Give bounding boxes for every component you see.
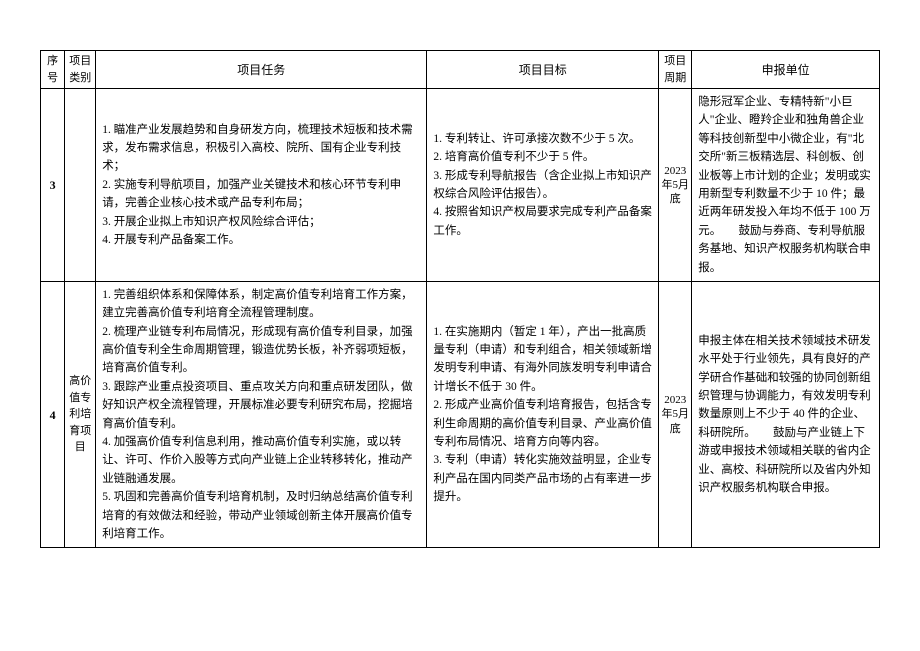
row-category xyxy=(65,89,96,282)
header-goal: 项目目标 xyxy=(427,51,659,89)
row-period: 2023年5月底 xyxy=(659,281,692,547)
row-seq: 3 xyxy=(41,89,65,282)
project-table: 序号 项目类别 项目任务 项目目标 项目周期 申报单位 3 1. 瞄准产业发展趋… xyxy=(40,50,880,548)
row-unit: 隐形冠军企业、专精特新"小巨人"企业、瞪羚企业和独角兽企业等科技创新型中小微企业… xyxy=(692,89,880,282)
header-unit: 申报单位 xyxy=(692,51,880,89)
header-task: 项目任务 xyxy=(96,51,427,89)
row-category: 高价值专利培育项目 xyxy=(65,281,96,547)
header-period: 项目周期 xyxy=(659,51,692,89)
row-task: 1. 完善组织体系和保障体系，制定高价值专利培育工作方案，建立完善高价值专利培育… xyxy=(96,281,427,547)
header-seq: 序号 xyxy=(41,51,65,89)
table-row: 4 高价值专利培育项目 1. 完善组织体系和保障体系，制定高价值专利培育工作方案… xyxy=(41,281,880,547)
row-goal: 1. 专利转让、许可承接次数不少于 5 次。2. 培育高价值专利不少于 5 件。… xyxy=(427,89,659,282)
header-category: 项目类别 xyxy=(65,51,96,89)
row-task: 1. 瞄准产业发展趋势和自身研发方向，梳理技术短板和技术需求，发布需求信息，积极… xyxy=(96,89,427,282)
table-row: 3 1. 瞄准产业发展趋势和自身研发方向，梳理技术短板和技术需求，发布需求信息，… xyxy=(41,89,880,282)
row-unit: 申报主体在相关技术领域技术研发水平处于行业领先，具有良好的产学研合作基础和较强的… xyxy=(692,281,880,547)
row-seq: 4 xyxy=(41,281,65,547)
row-period: 2023年5月底 xyxy=(659,89,692,282)
table-header-row: 序号 项目类别 项目任务 项目目标 项目周期 申报单位 xyxy=(41,51,880,89)
row-goal: 1. 在实施期内（暂定 1 年），产出一批高质量专利（申请）和专利组合，相关领域… xyxy=(427,281,659,547)
